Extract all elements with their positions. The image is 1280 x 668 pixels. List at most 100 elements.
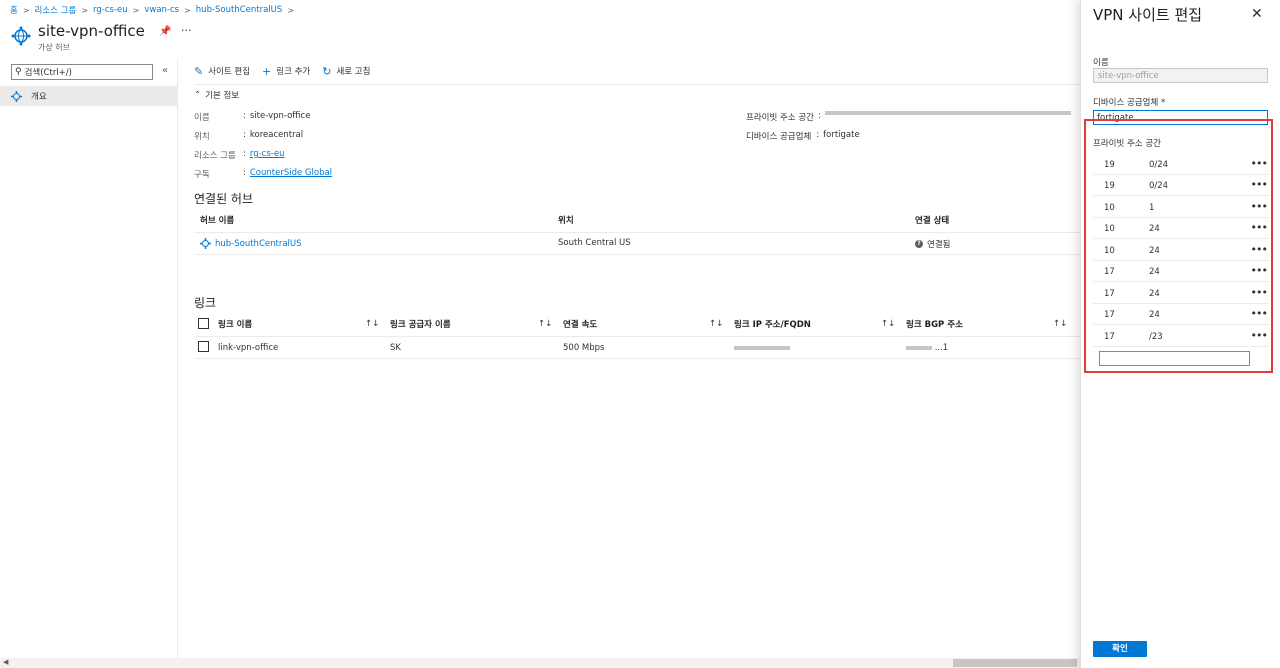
essentials-subscription: 구독 : CounterSide Global (194, 168, 333, 180)
address-row: 19 0/24 ••• (1093, 154, 1269, 175)
more-icon[interactable]: ••• (1251, 329, 1268, 342)
divider (194, 336, 1080, 337)
chevron-right-icon: > (132, 5, 140, 15)
refresh-label: 새로 고침 (336, 67, 371, 77)
essentials-location: 위치 : koreacentral (194, 130, 304, 142)
refresh-icon: ↻ (322, 64, 332, 78)
sort-icon[interactable]: ↑↓ (709, 319, 723, 329)
breadcrumb-home[interactable]: 홈 (10, 4, 18, 16)
sort-icon[interactable]: ↑↓ (365, 319, 379, 329)
resource-group-link[interactable]: rg-cs-eu (250, 149, 285, 161)
chevron-right-icon: > (81, 5, 89, 15)
address-row: 19 0/24 ••• (1093, 175, 1269, 196)
chevron-right-icon: > (184, 5, 191, 15)
more-icon[interactable]: ••• (1251, 243, 1268, 256)
hub-name-cell[interactable]: hub-SouthCentralUS (200, 238, 302, 249)
more-icon[interactable]: ••• (1251, 221, 1268, 234)
vpn-site-icon (11, 26, 31, 46)
search-placeholder: 검색(Ctrl+/) (24, 68, 72, 78)
more-icon[interactable]: ··· (181, 24, 192, 37)
link-provider-cell: SK (390, 343, 401, 353)
collapse-icon[interactable]: « (162, 65, 168, 76)
essentials-resource-group: 리소스 그룹 : rg-cs-eu (194, 149, 285, 161)
select-all-checkbox[interactable] (198, 318, 209, 329)
more-icon[interactable]: ••• (1251, 200, 1268, 213)
refresh-button[interactable]: ↻ 새로 고침 (322, 65, 370, 78)
name-field: site-vpn-office (1093, 68, 1268, 83)
breadcrumb-rg[interactable]: rg-cs-eu (93, 5, 128, 15)
edit-site-button[interactable]: ✎ 사이트 편집 (194, 65, 250, 78)
more-icon[interactable]: ••• (1251, 178, 1268, 191)
plus-icon: + (262, 64, 272, 78)
breadcrumb-hub[interactable]: hub-SouthCentralUS (196, 5, 283, 15)
sort-icon[interactable]: ↑↓ (1053, 319, 1067, 329)
page-title: site-vpn-office (38, 22, 145, 40)
address-row: 17 24 ••• (1093, 283, 1269, 304)
sort-icon[interactable]: ↑↓ (538, 319, 552, 329)
panel-title: VPN 사이트 편집 (1093, 6, 1203, 24)
scrollbar-thumb[interactable] (953, 659, 1077, 667)
divider (194, 254, 1080, 255)
link-bgp-cell: ...1 (906, 343, 948, 353)
horizontal-scrollbar[interactable] (0, 658, 1080, 668)
sidebar-item-overview[interactable]: 개요 (0, 86, 177, 106)
col-location[interactable]: 위치 (558, 214, 574, 226)
obscured-text (824, 111, 1071, 115)
col-link-name[interactable]: 링크 이름 (218, 318, 252, 330)
address-row: 17 /23 ••• (1093, 326, 1269, 347)
col-link-bgp[interactable]: 링크 BGP 주소 (906, 318, 963, 330)
address-row: 10 1 ••• (1093, 197, 1269, 218)
search-icon: ⚲ (15, 67, 22, 77)
breadcrumb-vwan[interactable]: vwan-cs (144, 5, 179, 15)
col-link-speed[interactable]: 연결 속도 (563, 318, 597, 330)
link-ip-cell (734, 343, 790, 353)
hub-link[interactable]: hub-SouthCentralUS (215, 239, 302, 249)
divider (194, 358, 1080, 359)
name-label: 이름 (1093, 58, 1109, 68)
add-link-label: 링크 추가 (276, 67, 311, 77)
essentials-toggle[interactable]: ⌃ 기본 정보 (194, 89, 239, 101)
address-input[interactable] (1099, 351, 1250, 366)
search-input[interactable]: ⚲ 검색(Ctrl+/) (11, 64, 153, 80)
pencil-icon: ✎ (194, 64, 204, 78)
sidebar-item-label: 개요 (31, 92, 47, 102)
address-row: 17 24 ••• (1093, 261, 1269, 282)
address-space-label: 프라이빗 주소 공간 (1093, 139, 1161, 149)
hubs-section-title: 연결된 허브 (194, 192, 254, 206)
col-status[interactable]: 연결 상태 (915, 214, 949, 226)
chevron-right-icon: > (287, 5, 295, 15)
hub-location-cell: South Central US (558, 238, 631, 248)
link-name-cell: link-vpn-office (218, 343, 279, 353)
more-icon[interactable]: ••• (1251, 307, 1268, 320)
ok-button[interactable]: 확인 (1093, 641, 1147, 657)
address-row: 10 24 ••• (1093, 240, 1269, 261)
more-icon[interactable]: ••• (1251, 286, 1268, 299)
edit-vpn-site-panel: VPN 사이트 편집 ✕ 이름 site-vpn-office 디바이스 공급업… (1080, 0, 1280, 668)
address-row: 10 24 ••• (1093, 218, 1269, 239)
add-link-button[interactable]: + 링크 추가 (262, 65, 310, 78)
nav-divider (177, 58, 178, 658)
col-link-ip[interactable]: 링크 IP 주소/FQDN (734, 318, 811, 330)
vpn-site-icon (11, 90, 22, 102)
col-hub-name[interactable]: 허브 이름 (200, 214, 234, 226)
vendor-label: 디바이스 공급업체 * (1093, 98, 1166, 108)
subscription-link[interactable]: CounterSide Global (250, 168, 332, 180)
essentials-name: 이름 : site-vpn-office (194, 111, 311, 123)
pin-icon[interactable]: 📌 (159, 26, 171, 37)
breadcrumb-resource-groups[interactable]: 리소스 그룹 (35, 4, 77, 16)
more-icon[interactable]: ••• (1251, 264, 1268, 277)
more-icon[interactable]: ••• (1251, 157, 1268, 170)
row-checkbox[interactable] (198, 341, 209, 352)
chevron-right-icon: > (22, 5, 30, 15)
chevron-up-icon: ⌃ (194, 90, 202, 100)
links-section-title: 링크 (194, 296, 217, 310)
hub-status-cell: ? 연결됨 (915, 238, 950, 250)
scroll-left-icon[interactable]: ◀ (3, 658, 8, 666)
col-link-provider[interactable]: 링크 공급자 이름 (390, 318, 451, 330)
sort-icon[interactable]: ↑↓ (881, 319, 895, 329)
divider (194, 84, 1080, 85)
essentials-address-space: 프라이빗 주소 공간 : (746, 111, 1071, 123)
hub-icon (200, 238, 211, 249)
obscured-text (734, 345, 790, 350)
close-icon[interactable]: ✕ (1251, 6, 1263, 22)
